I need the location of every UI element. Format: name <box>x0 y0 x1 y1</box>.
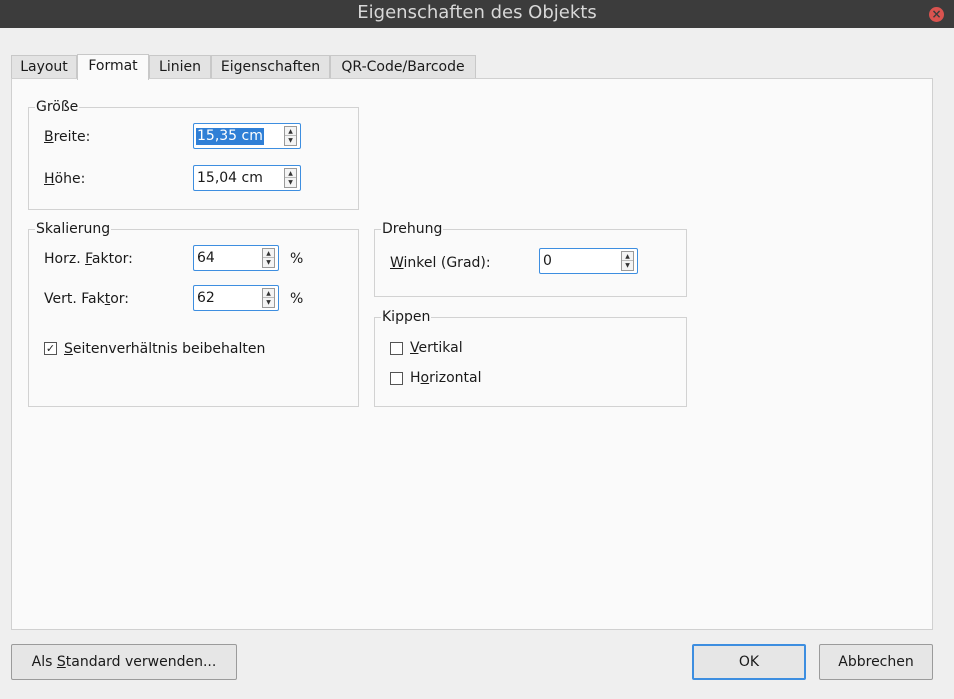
vert-unit: % <box>290 291 304 307</box>
tab-layout-label: Layout <box>20 59 68 75</box>
vertikal-text: ertikal <box>418 340 463 356</box>
tab-linien[interactable]: Linien <box>149 55 211 79</box>
winkel-label-mnemonic: W <box>390 255 404 271</box>
standard-a: Als <box>31 654 57 670</box>
horz-label-b: aktor: <box>91 251 133 267</box>
groesse-group: Größe Breite: 15,35 cm ▲ ▼ Höhe: 15,04 c… <box>28 98 359 210</box>
hoehe-spinbox[interactable]: 15,04 cm ▲ ▼ <box>193 165 301 191</box>
breite-label-mnemonic: B <box>44 129 54 145</box>
horz-faktor-label: Horz. Faktor: <box>44 250 133 268</box>
horz-spin-arrows[interactable]: ▲ ▼ <box>262 248 275 268</box>
arrow-up-icon[interactable]: ▲ <box>285 169 296 178</box>
arrow-up-icon[interactable]: ▲ <box>285 127 296 136</box>
arrow-up-icon[interactable]: ▲ <box>263 249 274 258</box>
vertikal-mnemonic: V <box>410 340 419 356</box>
horizontal-mnemonic: o <box>420 370 430 386</box>
hoehe-label-mnemonic: H <box>44 171 55 187</box>
horizontal-text-a: H <box>410 370 421 386</box>
horizontal-checkbox[interactable] <box>390 372 403 385</box>
close-icon[interactable]: × <box>929 7 944 22</box>
skalierung-group: Skalierung Horz. Faktor: 64 ▲ ▼ % Vert. … <box>28 220 359 407</box>
winkel-spin-arrows[interactable]: ▲ ▼ <box>621 251 634 271</box>
tab-panel: Größe Breite: 15,35 cm ▲ ▼ Höhe: 15,04 c… <box>11 78 933 630</box>
hoehe-label: Höhe: <box>44 170 85 188</box>
horz-label-a: Horz. <box>44 251 86 267</box>
horizontal-text-b: rizontal <box>429 370 482 386</box>
vertikal-label[interactable]: Vertikal <box>410 339 463 357</box>
keep-ratio-text: eitenverhältnis beibehalten <box>72 341 266 357</box>
hoehe-label-text: öhe: <box>54 171 86 187</box>
keep-ratio-label[interactable]: Seitenverhältnis beibehalten <box>64 340 265 358</box>
tab-eigenschaften[interactable]: Eigenschaften <box>211 55 330 79</box>
use-as-default-button[interactable]: Als Standard verwenden... <box>11 644 237 680</box>
tab-linien-label: Linien <box>159 59 201 75</box>
vert-spin-arrows[interactable]: ▲ ▼ <box>262 288 275 308</box>
horizontal-label[interactable]: Horizontal <box>410 369 482 387</box>
breite-spin-arrows[interactable]: ▲ ▼ <box>284 126 297 146</box>
hoehe-value: 15,04 cm <box>197 170 263 186</box>
winkel-label: Winkel (Grad): <box>390 254 491 272</box>
breite-value: 15,35 cm <box>196 128 264 145</box>
horz-faktor-spinbox[interactable]: 64 ▲ ▼ <box>193 245 279 271</box>
vert-faktor-label: Vert. Faktor: <box>44 290 129 308</box>
keep-ratio-checkbox[interactable]: ✓ <box>44 342 57 355</box>
checkmark-icon: ✓ <box>45 342 56 355</box>
vert-faktor-value: 62 <box>197 290 215 306</box>
skalierung-title: Skalierung <box>35 220 112 238</box>
tab-format[interactable]: Format <box>77 54 149 80</box>
vert-faktor-spinbox[interactable]: 62 ▲ ▼ <box>193 285 279 311</box>
breite-label: Breite: <box>44 128 90 146</box>
kippen-title: Kippen <box>381 308 432 326</box>
window-title: Eigenschaften des Objekts <box>357 2 597 23</box>
winkel-value: 0 <box>543 253 552 269</box>
arrow-down-icon[interactable]: ▼ <box>263 258 274 267</box>
ok-button[interactable]: OK <box>692 644 806 680</box>
vert-label-b: or: <box>110 291 129 307</box>
tab-qr-code[interactable]: QR-Code/Barcode <box>330 55 476 79</box>
arrow-up-icon[interactable]: ▲ <box>263 289 274 298</box>
arrow-down-icon[interactable]: ▼ <box>285 136 296 145</box>
vertikal-checkbox[interactable] <box>390 342 403 355</box>
horz-label-mnemonic: F <box>85 251 92 267</box>
tab-format-label: Format <box>88 58 138 74</box>
arrow-down-icon[interactable]: ▼ <box>622 261 633 270</box>
arrow-up-icon[interactable]: ▲ <box>622 252 633 261</box>
breite-spinbox[interactable]: 15,35 cm ▲ ▼ <box>193 123 301 149</box>
keep-ratio-mnemonic: S <box>64 341 73 357</box>
winkel-label-text: inkel (Grad): <box>403 255 491 271</box>
horz-faktor-value: 64 <box>197 250 215 266</box>
breite-label-text: reite: <box>53 129 91 145</box>
standard-rest: tandard verwenden... <box>65 654 217 670</box>
drehung-group: Drehung Winkel (Grad): 0 ▲ ▼ <box>374 220 687 297</box>
arrow-down-icon[interactable]: ▼ <box>285 178 296 187</box>
hoehe-spin-arrows[interactable]: ▲ ▼ <box>284 168 297 188</box>
tab-layout[interactable]: Layout <box>11 55 77 79</box>
standard-mnemonic: S <box>56 654 66 670</box>
vert-label-a: Vert. Fak <box>44 291 105 307</box>
winkel-spinbox[interactable]: 0 ▲ ▼ <box>539 248 638 274</box>
horz-unit: % <box>290 251 304 267</box>
groesse-title: Größe <box>35 98 80 116</box>
tab-qr-code-label: QR-Code/Barcode <box>341 59 465 75</box>
title-bar: Eigenschaften des Objekts × <box>0 0 954 28</box>
cancel-button[interactable]: Abbrechen <box>819 644 933 680</box>
arrow-down-icon[interactable]: ▼ <box>263 298 274 307</box>
kippen-group: Kippen Vertikal Horizontal <box>374 308 687 407</box>
tab-eigenschaften-label: Eigenschaften <box>220 59 321 75</box>
drehung-title: Drehung <box>381 220 444 238</box>
